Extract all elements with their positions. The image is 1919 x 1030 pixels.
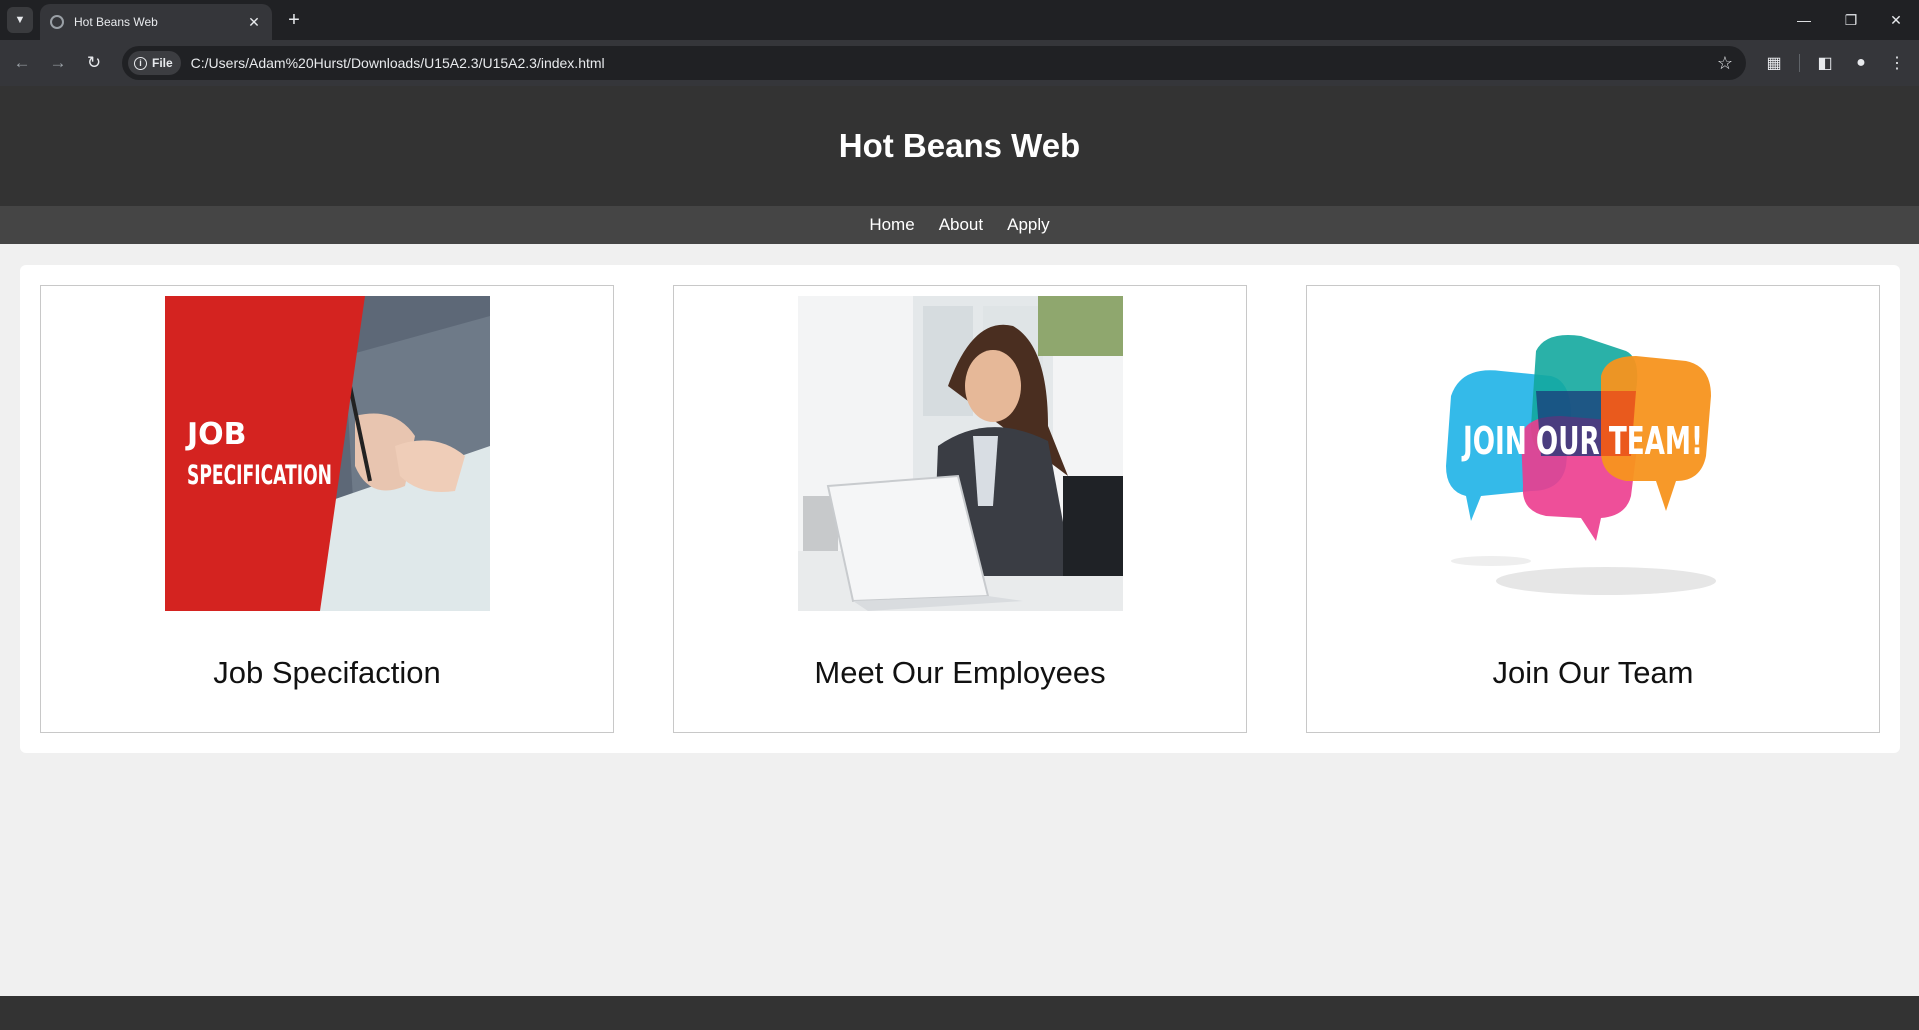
side-panel-icon[interactable]: ◧ [1813, 51, 1837, 75]
card-caption: Meet Our Employees [814, 655, 1106, 690]
address-bar[interactable]: i File C:/Users/Adam%20Hurst/Downloads/U… [122, 46, 1746, 80]
browser-tab[interactable]: Hot Beans Web ✕ [40, 4, 272, 40]
new-tab-button[interactable]: + [282, 8, 306, 32]
chevron-down-icon: ▼ [14, 14, 26, 26]
bookmark-star-icon[interactable]: ☆ [1710, 53, 1740, 74]
nav-link-apply[interactable]: Apply [1007, 215, 1050, 235]
card-join-team[interactable]: JOIN OUR TEAM! Join Our Team [1306, 285, 1880, 733]
content-panel: JOB SPECIFICATION Job Specifaction Meet … [20, 265, 1900, 753]
close-tab-icon[interactable]: ✕ [246, 14, 262, 30]
browser-toolbar: ← → ↻ i File C:/Users/Adam%20Hurst/Downl… [0, 40, 1919, 86]
info-icon: i [134, 56, 147, 70]
restore-button[interactable]: ❐ [1833, 6, 1869, 34]
site-nav: Home About Apply [0, 206, 1919, 244]
minimize-button[interactable]: — [1786, 6, 1822, 34]
profile-icon[interactable]: ● [1849, 51, 1873, 75]
card-meet-employees[interactable]: Meet Our Employees [673, 285, 1247, 733]
join-image-text: JOIN OUR TEAM! [1461, 419, 1703, 463]
extensions-icon[interactable]: ▦ [1762, 51, 1786, 75]
card-caption: Job Specifaction [213, 655, 441, 690]
web-page: Hot Beans Web Home About Apply JOB SPECI… [0, 86, 1919, 1030]
chip-label: File [152, 56, 173, 70]
job-specification-image: JOB SPECIFICATION [165, 296, 490, 611]
job-image-text-1: JOB [185, 417, 247, 452]
browser-tab-bar: ▼ Hot Beans Web ✕ + — ❐ ✕ [0, 0, 1919, 40]
card-job-specification[interactable]: JOB SPECIFICATION Job Specifaction [40, 285, 614, 733]
join-team-image: JOIN OUR TEAM! [1431, 296, 1756, 611]
back-arrow-icon[interactable]: ← [10, 51, 34, 75]
job-image-text-2: SPECIFICATION [187, 460, 332, 491]
reload-icon[interactable]: ↻ [82, 51, 106, 75]
nav-link-home[interactable]: Home [869, 215, 914, 235]
close-window-button[interactable]: ✕ [1878, 6, 1914, 34]
employee-photo [798, 296, 1123, 611]
toolbar-divider [1799, 54, 1800, 72]
tab-title: Hot Beans Web [74, 15, 158, 29]
menu-kebab-icon[interactable]: ⋮ [1885, 51, 1909, 75]
site-info-chip[interactable]: i File [128, 51, 181, 75]
tab-search-button[interactable]: ▼ [7, 7, 33, 33]
nav-link-about[interactable]: About [939, 215, 983, 235]
url-text[interactable]: C:/Users/Adam%20Hurst/Downloads/U15A2.3/… [191, 55, 1710, 71]
forward-arrow-icon[interactable]: → [46, 51, 70, 75]
site-footer [0, 996, 1919, 1030]
globe-icon [50, 15, 64, 29]
card-caption: Join Our Team [1492, 655, 1694, 690]
site-title: Hot Beans Web [838, 127, 1081, 164]
site-header: Hot Beans Web [0, 86, 1919, 206]
